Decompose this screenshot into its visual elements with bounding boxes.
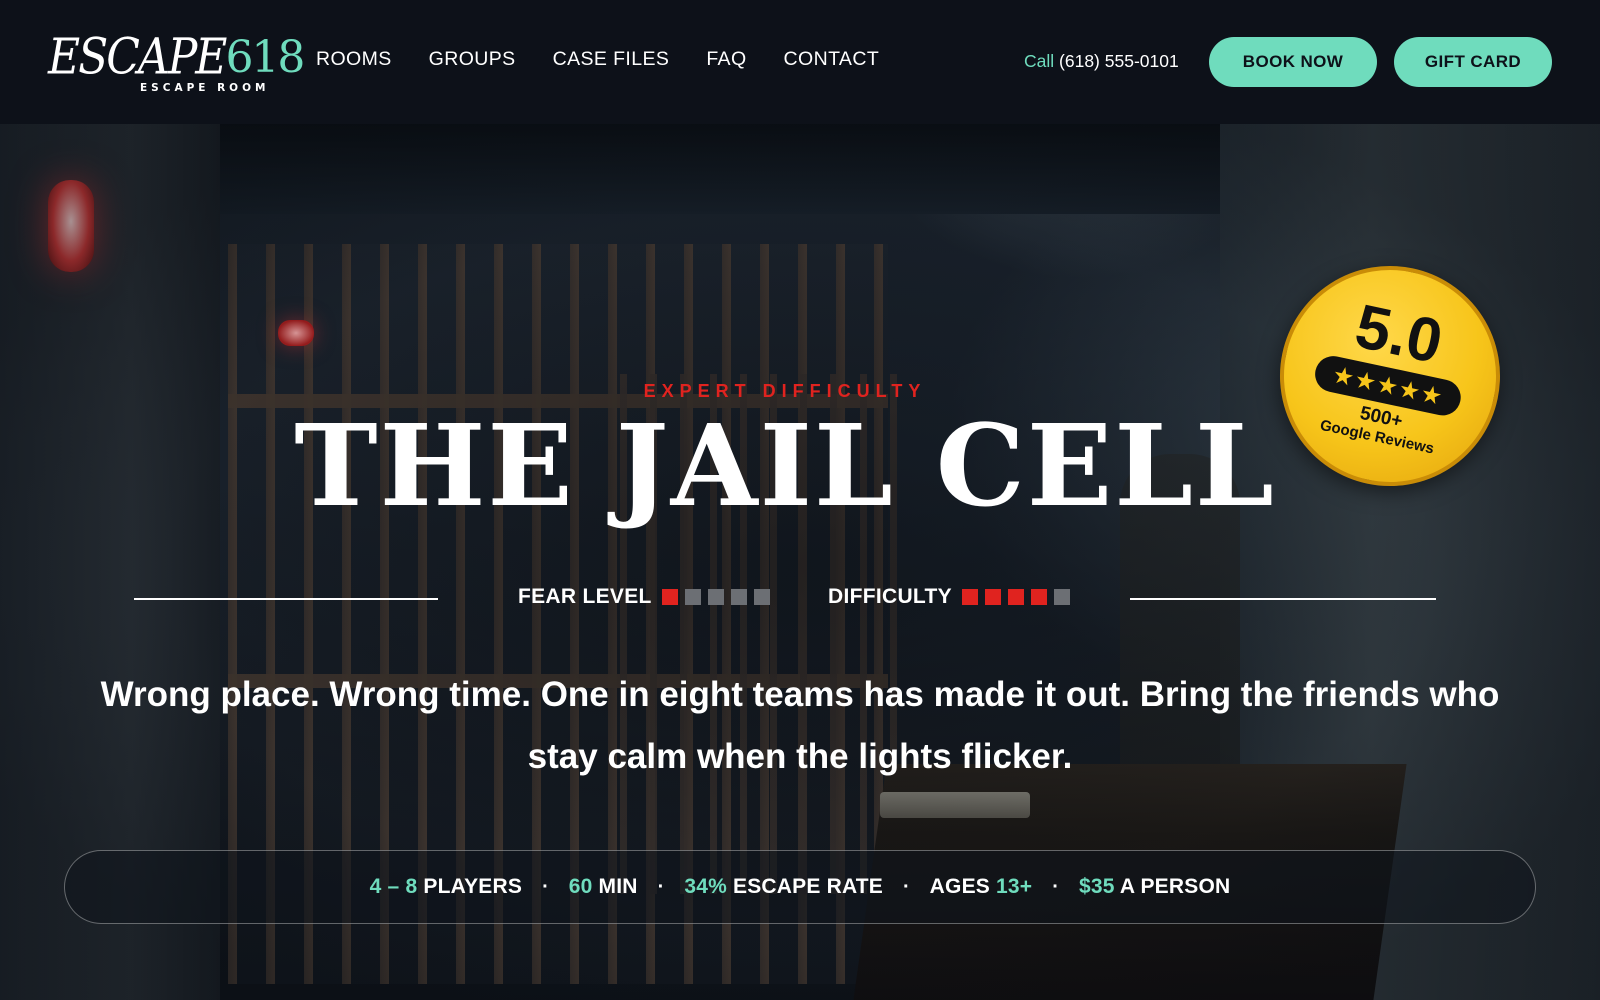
players-label: PLAYERS xyxy=(417,875,523,898)
duration-label: MIN xyxy=(592,875,638,898)
logo-subtitle: ESCAPE ROOM xyxy=(140,82,270,94)
players-value: 4 – 8 xyxy=(369,875,418,898)
site-logo[interactable]: ESCAPE618 ESCAPE ROOM xyxy=(48,29,305,96)
phone-number: (618) 555-0101 xyxy=(1059,51,1179,71)
difficulty-pip-filled xyxy=(984,589,1001,605)
logo-word: ESCAPE xyxy=(48,28,227,87)
price-value: $35 xyxy=(1078,875,1115,898)
divider-left xyxy=(134,598,438,600)
difficulty-meter: DIFFICULTY xyxy=(828,585,1070,609)
duration-value: 60 xyxy=(568,875,593,898)
top-navbar: ESCAPE618 ESCAPE ROOM ROOMS GROUPS CASE … xyxy=(0,0,1600,124)
stat-separator: · xyxy=(1052,875,1059,898)
difficulty-pip-empty xyxy=(1053,589,1070,605)
nav-link-rooms[interactable]: ROOMS xyxy=(316,48,392,71)
fear-level-label: FEAR LEVEL xyxy=(518,585,652,608)
stat-separator: · xyxy=(903,875,910,898)
stat-price: $35 A PERSON xyxy=(1079,875,1230,899)
room-title: THE JAIL CELL xyxy=(294,401,1276,532)
difficulty-label: DIFFICULTY xyxy=(828,585,952,608)
ages-value: 13+ xyxy=(996,875,1033,898)
stat-duration: 60 MIN xyxy=(569,875,638,899)
rating-meters: FEAR LEVEL DIFFICULTY xyxy=(0,585,1600,615)
fear-level-meter: FEAR LEVEL xyxy=(518,585,770,609)
room-stats-bar: 4 – 8 PLAYERS · 60 MIN · 34% ESCAPE RATE… xyxy=(64,850,1536,924)
hero-section: 5.0 ★★★★★ 500+ Google Reviews EXPERT DIF… xyxy=(0,124,1600,1000)
nav-link-groups[interactable]: GROUPS xyxy=(429,48,516,71)
fear-pip-empty xyxy=(684,589,701,605)
stat-separator: · xyxy=(657,875,665,898)
fear-pip-empty xyxy=(730,589,747,605)
difficulty-pips xyxy=(961,589,1070,605)
fear-level-pips xyxy=(661,589,770,605)
price-label: A PERSON xyxy=(1114,875,1231,898)
ages-label: AGES xyxy=(929,875,997,898)
nav-link-faq[interactable]: FAQ xyxy=(706,48,746,71)
stat-separator: · xyxy=(542,875,549,898)
gift-card-button[interactable]: GIFT CARD xyxy=(1394,37,1552,87)
nav-link-contact[interactable]: CONTACT xyxy=(784,48,880,71)
divider-right xyxy=(1130,598,1436,600)
room-tagline: Wrong place. Wrong time. One in eight te… xyxy=(100,675,1500,776)
difficulty-pip-filled xyxy=(1030,589,1047,605)
stat-ages: AGES 13+ xyxy=(930,875,1033,899)
logo-wordmark: ESCAPE618 xyxy=(48,29,305,86)
nav-link-case-files[interactable]: CASE FILES xyxy=(553,48,670,71)
stat-escape-rate: 34% ESCAPE RATE xyxy=(684,875,883,899)
call-label: Call xyxy=(1024,51,1055,71)
difficulty-pip-filled xyxy=(961,589,978,605)
fear-pip-empty xyxy=(753,589,770,605)
difficulty-pip-filled xyxy=(1007,589,1024,605)
fear-pip-filled xyxy=(661,589,678,605)
book-now-button[interactable]: BOOK NOW xyxy=(1209,37,1377,87)
logo-number: 618 xyxy=(225,32,305,83)
call-phone-link[interactable]: Call (618) 555-0101 xyxy=(1024,51,1179,72)
escape-rate-label: ESCAPE RATE xyxy=(726,875,883,898)
stat-players: 4 – 8 PLAYERS xyxy=(370,875,522,899)
difficulty-kicker: EXPERT DIFFICULTY xyxy=(643,381,927,401)
escape-rate-value: 34% xyxy=(684,875,727,898)
main-menu: ROOMS GROUPS CASE FILES FAQ CONTACT xyxy=(316,48,879,71)
fear-pip-empty xyxy=(707,589,724,605)
